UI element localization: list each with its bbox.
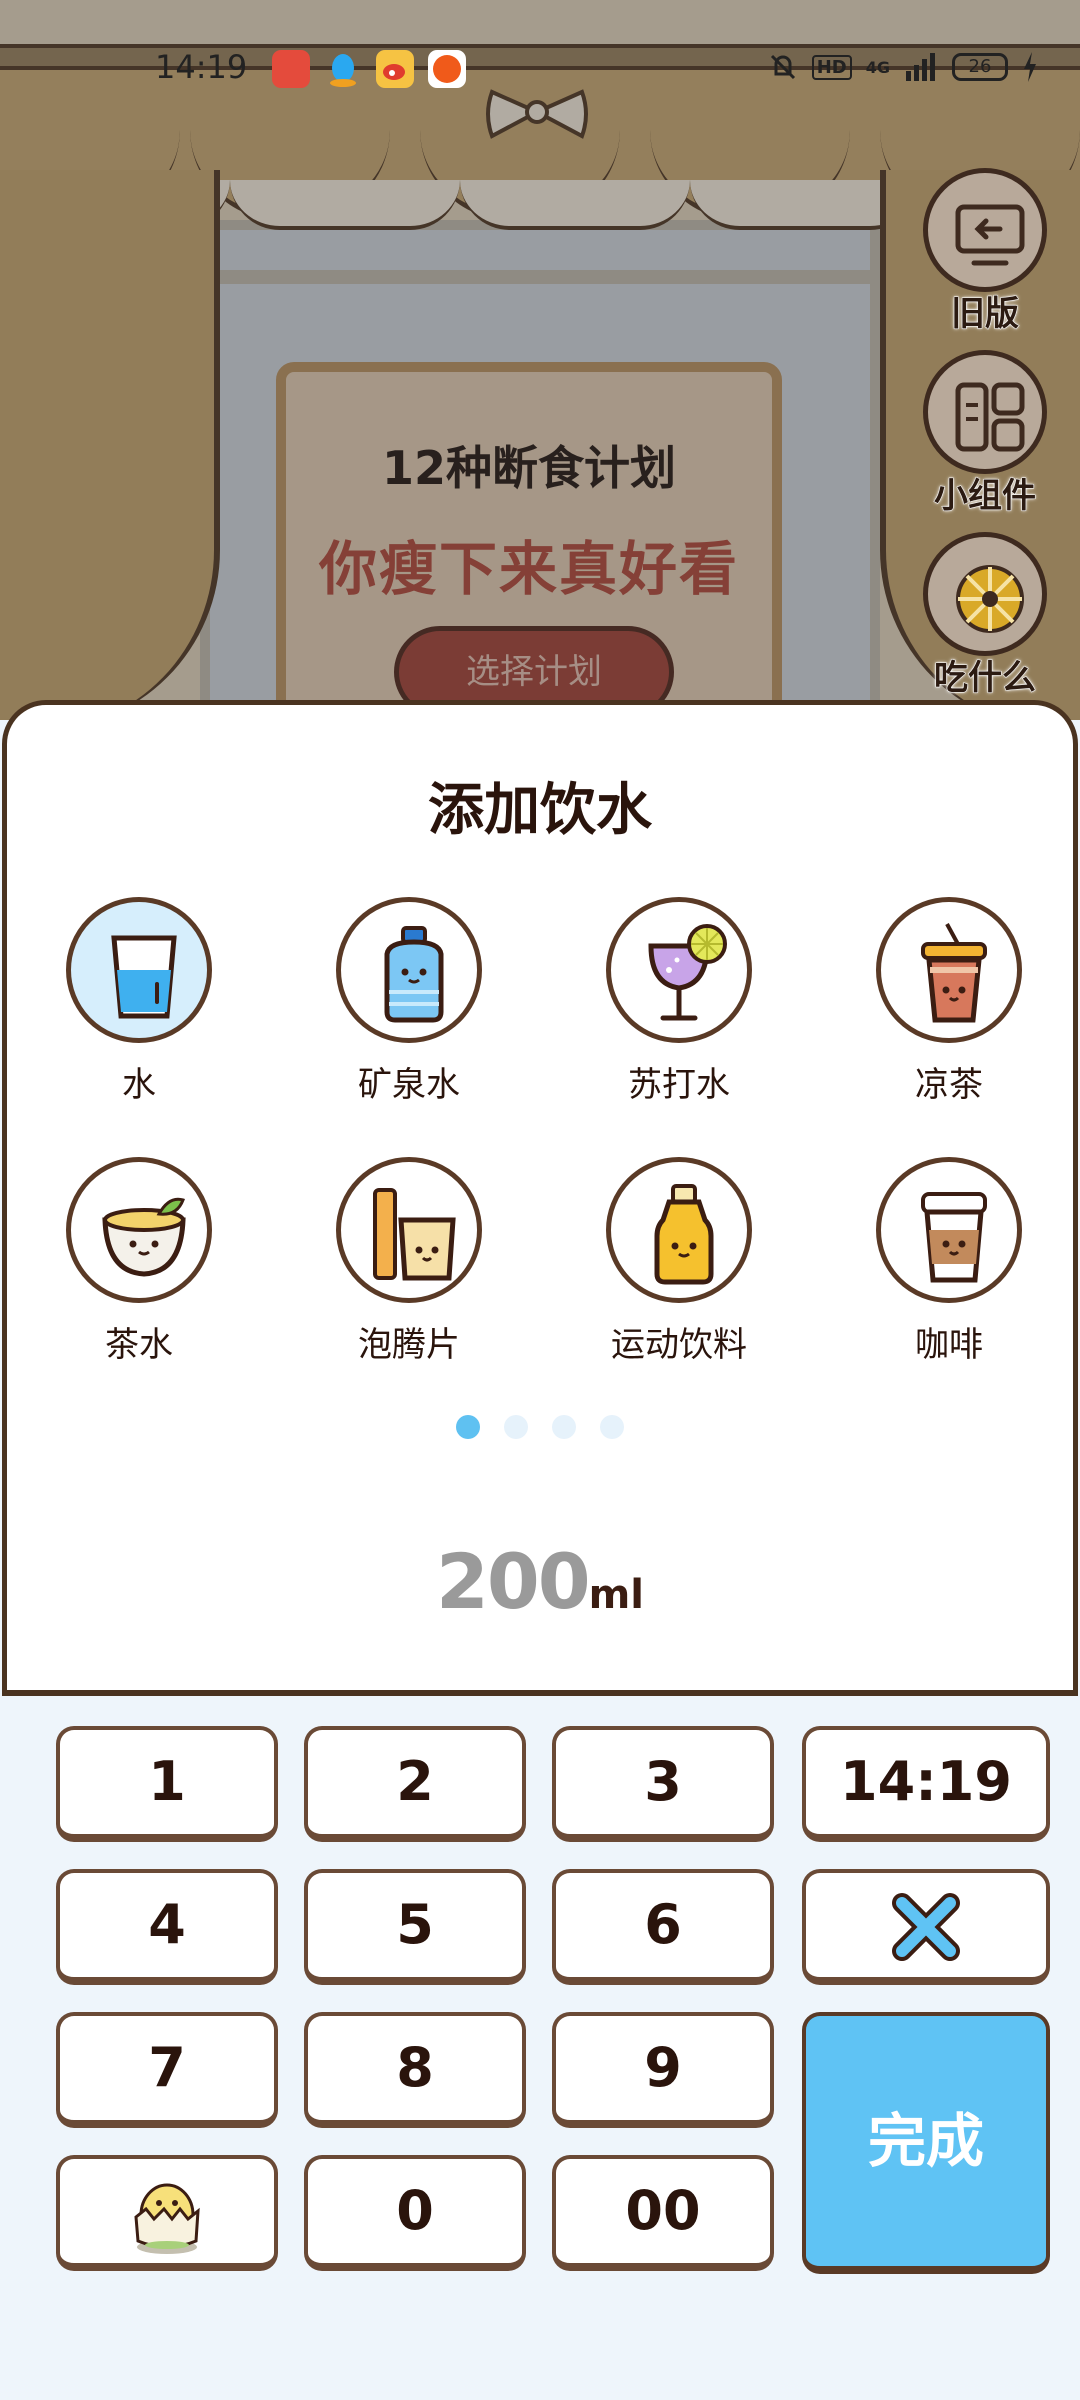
drink-option-tea[interactable]: 茶水 (39, 1157, 239, 1366)
soda-glass-icon (648, 924, 727, 1021)
key-4[interactable]: 4 (56, 1869, 278, 1985)
charging-icon (1024, 52, 1036, 82)
sheet-title: 添加饮水 (428, 778, 652, 843)
drink-label: 水 (122, 1065, 156, 1105)
key-1[interactable]: 1 (56, 1726, 278, 1842)
drink-label: 凉茶 (915, 1065, 983, 1105)
amount-display: 200ml (7, 1537, 1073, 1626)
modal-overlay[interactable] (0, 0, 1080, 720)
page-indicator[interactable] (7, 1415, 1073, 1439)
widget-button[interactable]: 小组件 (920, 350, 1050, 517)
drink-option-water[interactable]: 水 (39, 897, 239, 1106)
drink-option-effervescent[interactable]: 泡腾片 (309, 1157, 509, 1366)
widget-grid-icon (955, 382, 1025, 452)
drink-option-herbal-tea[interactable]: 凉茶 (849, 897, 1049, 1106)
sports-drink-icon (654, 1184, 714, 1285)
old-version-button[interactable]: 旧版 (920, 168, 1050, 335)
app-notification-icon (272, 50, 310, 88)
weibo-icon (376, 50, 414, 88)
what-to-eat-label: 吃什么 (934, 658, 1037, 699)
back-screen-icon (955, 204, 1025, 266)
status-time: 14:19 (155, 48, 248, 86)
what-to-eat-button[interactable]: 吃什么 (920, 532, 1050, 699)
network-label: 4G (865, 57, 890, 77)
tea-cup-icon (102, 1197, 186, 1277)
key-6[interactable]: 6 (552, 1869, 774, 1985)
background-scene: 12种断食计划 你瘦下来真好看 选择计划 旧版 小组件 吃什么 (0, 0, 1080, 720)
delete-key[interactable] (802, 1869, 1050, 1985)
key-8[interactable]: 8 (304, 2012, 526, 2128)
drink-option-soda-water[interactable]: 苏打水 (579, 897, 779, 1106)
add-water-sheet: 添加饮水 水 矿泉水 苏打水 凉茶 茶水 泡腾片 运动饮料 咖啡 200ml (2, 700, 1078, 1696)
amount-value: 200 (435, 1537, 591, 1626)
drink-option-sports-drink[interactable]: 运动饮料 (579, 1157, 779, 1366)
page-dot-active[interactable] (456, 1415, 480, 1439)
key-2[interactable]: 2 (304, 1726, 526, 1842)
key-00[interactable]: 00 (552, 2155, 774, 2271)
key-9[interactable]: 9 (552, 2012, 774, 2128)
status-icons: HD 4G 26 (768, 52, 1038, 82)
mute-icon (770, 54, 795, 80)
drink-label: 茶水 (105, 1325, 173, 1365)
hd-label: HD (811, 54, 852, 80)
drink-label: 咖啡 (915, 1325, 983, 1365)
key-5[interactable]: 5 (304, 1869, 526, 1985)
mascot-key[interactable] (56, 2155, 278, 2271)
battery-indicator: 26 (952, 53, 1008, 81)
widget-label: 小组件 (934, 476, 1037, 517)
delete-x-icon (892, 1893, 960, 1961)
egg-mascot-icon (134, 2183, 200, 2254)
amount-unit: ml (588, 1572, 645, 1618)
status-bar: 14:19 HD 4G 26 (0, 0, 1080, 88)
qq-icon (324, 50, 362, 88)
signal-icon (906, 53, 935, 81)
drink-label: 矿泉水 (358, 1065, 460, 1105)
food-wheel-icon (956, 565, 1024, 633)
time-key[interactable]: 14:19 (802, 1726, 1050, 1842)
effervescent-tablet-icon (373, 1188, 456, 1281)
old-version-label: 旧版 (951, 294, 1020, 335)
mineral-water-bottle-icon (384, 926, 444, 1023)
done-button[interactable]: 完成 (802, 2012, 1050, 2274)
app-icon-orange (428, 50, 466, 88)
water-glass-icon (111, 935, 177, 1019)
drink-label: 运动饮料 (611, 1325, 747, 1365)
coffee-cup-icon (921, 1192, 987, 1283)
herbal-tea-cup-icon (921, 923, 987, 1023)
page-dot[interactable] (504, 1415, 528, 1439)
page-dot[interactable] (600, 1415, 624, 1439)
key-3[interactable]: 3 (552, 1726, 774, 1842)
drink-label: 泡腾片 (358, 1325, 460, 1365)
numeric-keypad: 1 2 3 14:19 4 5 6 7 8 9 完成 0 00 (0, 1702, 1080, 2400)
drink-label: 苏打水 (628, 1065, 730, 1105)
drink-option-coffee[interactable]: 咖啡 (849, 1157, 1049, 1366)
drink-option-mineral-water[interactable]: 矿泉水 (309, 897, 509, 1106)
key-7[interactable]: 7 (56, 2012, 278, 2128)
key-0[interactable]: 0 (304, 2155, 526, 2271)
page-dot[interactable] (552, 1415, 576, 1439)
